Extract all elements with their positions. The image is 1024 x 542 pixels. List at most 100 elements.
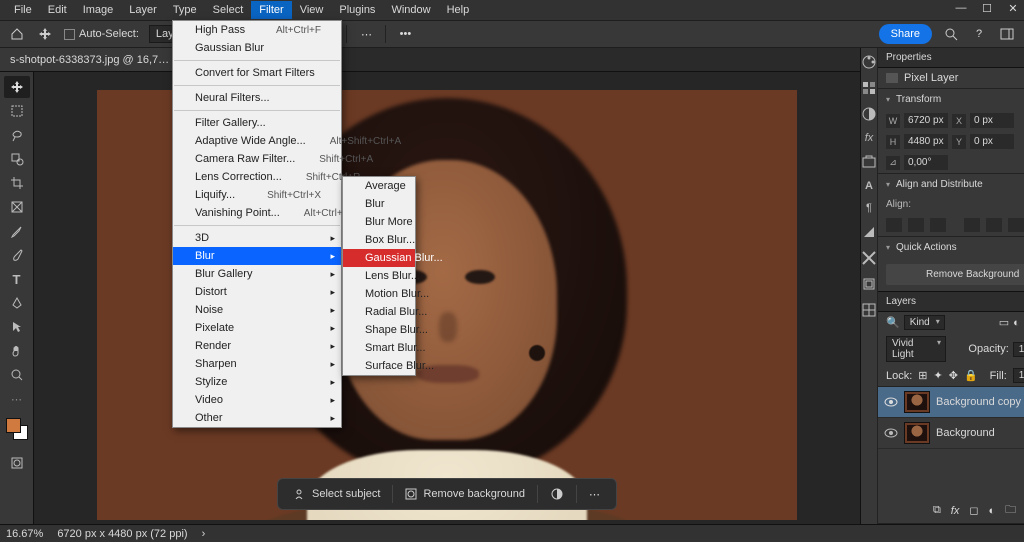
window-maximize-icon[interactable]: ☐ <box>980 2 994 15</box>
align-ch-icon[interactable] <box>908 218 924 232</box>
align-l-icon[interactable] <box>886 218 902 232</box>
menu-item[interactable]: Blur <box>343 195 415 213</box>
tools-panel-icon[interactable] <box>861 250 877 266</box>
hand-tool[interactable] <box>4 340 30 362</box>
menu-item[interactable]: Liquify...Shift+Ctrl+X <box>173 186 341 204</box>
menu-item[interactable]: Adaptive Wide Angle...Alt+Shift+Ctrl+A <box>173 132 341 150</box>
menu-item-pixelate[interactable]: Pixelate <box>173 319 341 337</box>
type-tool[interactable]: T <box>4 268 30 290</box>
frame-tool[interactable] <box>4 196 30 218</box>
menu-type[interactable]: Type <box>165 1 205 19</box>
select-subject-button[interactable]: Select subject <box>284 479 390 509</box>
menu-item[interactable]: Filter Gallery... <box>173 114 341 132</box>
menu-item[interactable]: Blur More <box>343 213 415 231</box>
menu-window[interactable]: Window <box>383 1 438 19</box>
menu-item[interactable]: Camera Raw Filter...Shift+Ctrl+A <box>173 150 341 168</box>
menu-image[interactable]: Image <box>75 1 122 19</box>
visibility-icon[interactable] <box>884 397 898 407</box>
opacity-field[interactable]: 100% <box>1013 342 1024 357</box>
menu-item-blur[interactable]: Blur <box>173 247 341 265</box>
libraries-panel-icon[interactable] <box>861 154 877 170</box>
edit-toolbar-icon[interactable]: ⋯ <box>4 388 30 410</box>
layers-panel-tab[interactable]: Layers <box>878 292 1024 312</box>
menu-item[interactable]: Average <box>343 177 415 195</box>
menu-item-video[interactable]: Video <box>173 391 341 409</box>
menu-item[interactable]: Box Blur... <box>343 231 415 249</box>
layer-group-icon[interactable]: 🗀 <box>1005 501 1016 520</box>
selection-tool[interactable] <box>4 148 30 170</box>
lock-pixel-icon[interactable]: ✥ <box>949 369 958 382</box>
x-field[interactable]: 0 px <box>970 113 1014 128</box>
menu-item[interactable]: Vanishing Point...Alt+Ctrl+V <box>173 204 341 222</box>
help-icon[interactable]: ? <box>970 25 988 43</box>
align-t-icon[interactable] <box>964 218 980 232</box>
menu-item-blur-gallery[interactable]: Blur Gallery <box>173 265 341 283</box>
workspace-icon[interactable] <box>998 25 1016 43</box>
properties-panel-tab[interactable]: Properties <box>878 48 1024 68</box>
menu-item[interactable]: Gaussian Blur <box>173 39 341 57</box>
menu-item-stylize[interactable]: Stylize <box>173 373 341 391</box>
search-icon[interactable] <box>942 25 960 43</box>
blend-mode-select[interactable]: Vivid Light <box>886 336 946 362</box>
visibility-icon[interactable] <box>884 428 898 438</box>
y-field[interactable]: 0 px <box>970 134 1014 149</box>
brush-tool[interactable] <box>4 244 30 266</box>
filter-pixel-icon[interactable]: ▭ <box>999 316 1009 329</box>
gradients-panel-icon[interactable] <box>861 224 877 240</box>
quick-actions-section[interactable]: Quick Actions <box>878 236 1024 258</box>
menu-item[interactable]: Lens Correction...Shift+Ctrl+R <box>173 168 341 186</box>
angle-field[interactable]: 0,00° <box>904 155 948 170</box>
link-layers-icon[interactable]: ⧉ <box>933 504 941 517</box>
adjustment-layer-icon[interactable]: ◐ <box>989 505 996 517</box>
color-swatches[interactable] <box>6 418 28 440</box>
transform-section[interactable]: Transform <box>878 88 1024 110</box>
layer-name[interactable]: Background copy <box>936 396 1021 408</box>
menu-help[interactable]: Help <box>439 1 478 19</box>
layer-fx-icon[interactable]: fx <box>951 505 960 517</box>
menu-item[interactable]: High PassAlt+Ctrl+F <box>173 21 341 39</box>
layer-name[interactable]: Background <box>936 427 995 439</box>
lock-pos-icon[interactable]: ✦ <box>934 369 943 382</box>
color-panel-icon[interactable] <box>861 54 877 70</box>
lasso-tool[interactable] <box>4 124 30 146</box>
patterns-panel-icon[interactable] <box>861 302 877 318</box>
menu-item[interactable]: Shape Blur... <box>343 321 415 339</box>
adjustments-icon[interactable] <box>540 479 574 509</box>
menu-item-gaussian-blur[interactable]: Gaussian Blur... <box>343 249 415 267</box>
menu-plugins[interactable]: Plugins <box>331 1 383 19</box>
menu-file[interactable]: File <box>6 1 40 19</box>
menu-item[interactable]: Lens Blur... <box>343 267 415 285</box>
align-section[interactable]: Align and Distribute <box>878 173 1024 195</box>
menu-item[interactable]: Radial Blur... <box>343 303 415 321</box>
zoom-level[interactable]: 16.67% <box>6 528 43 540</box>
paragraph-panel-icon[interactable]: ¶ <box>866 202 872 214</box>
filter-adjust-icon[interactable]: ◐ <box>1013 317 1020 329</box>
path-select-tool[interactable] <box>4 316 30 338</box>
quick-mask-icon[interactable] <box>4 452 30 474</box>
layer-mask-icon[interactable]: ◻ <box>969 504 978 517</box>
lock-full-icon[interactable]: 🔒 <box>964 369 978 382</box>
menu-item-render[interactable]: Render <box>173 337 341 355</box>
layer-row[interactable]: Background 🔒 <box>878 418 1024 449</box>
eyedropper-tool[interactable] <box>4 220 30 242</box>
character-panel-icon[interactable]: A <box>865 180 873 192</box>
menu-layer[interactable]: Layer <box>121 1 165 19</box>
more-options-icon[interactable]: ••• <box>396 25 414 43</box>
menu-item[interactable]: Surface Blur... <box>343 357 415 375</box>
adjustments-panel-icon[interactable] <box>861 106 877 122</box>
menu-item[interactable]: Convert for Smart Filters <box>173 64 341 82</box>
status-chevron-icon[interactable]: › <box>202 528 206 540</box>
align-cv-icon[interactable] <box>986 218 1002 232</box>
menu-view[interactable]: View <box>292 1 332 19</box>
swatches-panel-icon[interactable] <box>861 80 877 96</box>
distribute-icon[interactable]: ⋯ <box>357 25 375 43</box>
menu-item-noise[interactable]: Noise <box>173 301 341 319</box>
height-field[interactable]: 4480 px <box>904 134 948 149</box>
menu-item[interactable]: Motion Blur... <box>343 285 415 303</box>
menu-item-sharpen[interactable]: Sharpen <box>173 355 341 373</box>
crop-tool[interactable] <box>4 172 30 194</box>
filter-kind-icon[interactable]: 🔍 <box>886 316 900 329</box>
menu-item-3d[interactable]: 3D <box>173 229 341 247</box>
align-r-icon[interactable] <box>930 218 946 232</box>
remove-background-button[interactable]: Remove background <box>395 479 535 509</box>
